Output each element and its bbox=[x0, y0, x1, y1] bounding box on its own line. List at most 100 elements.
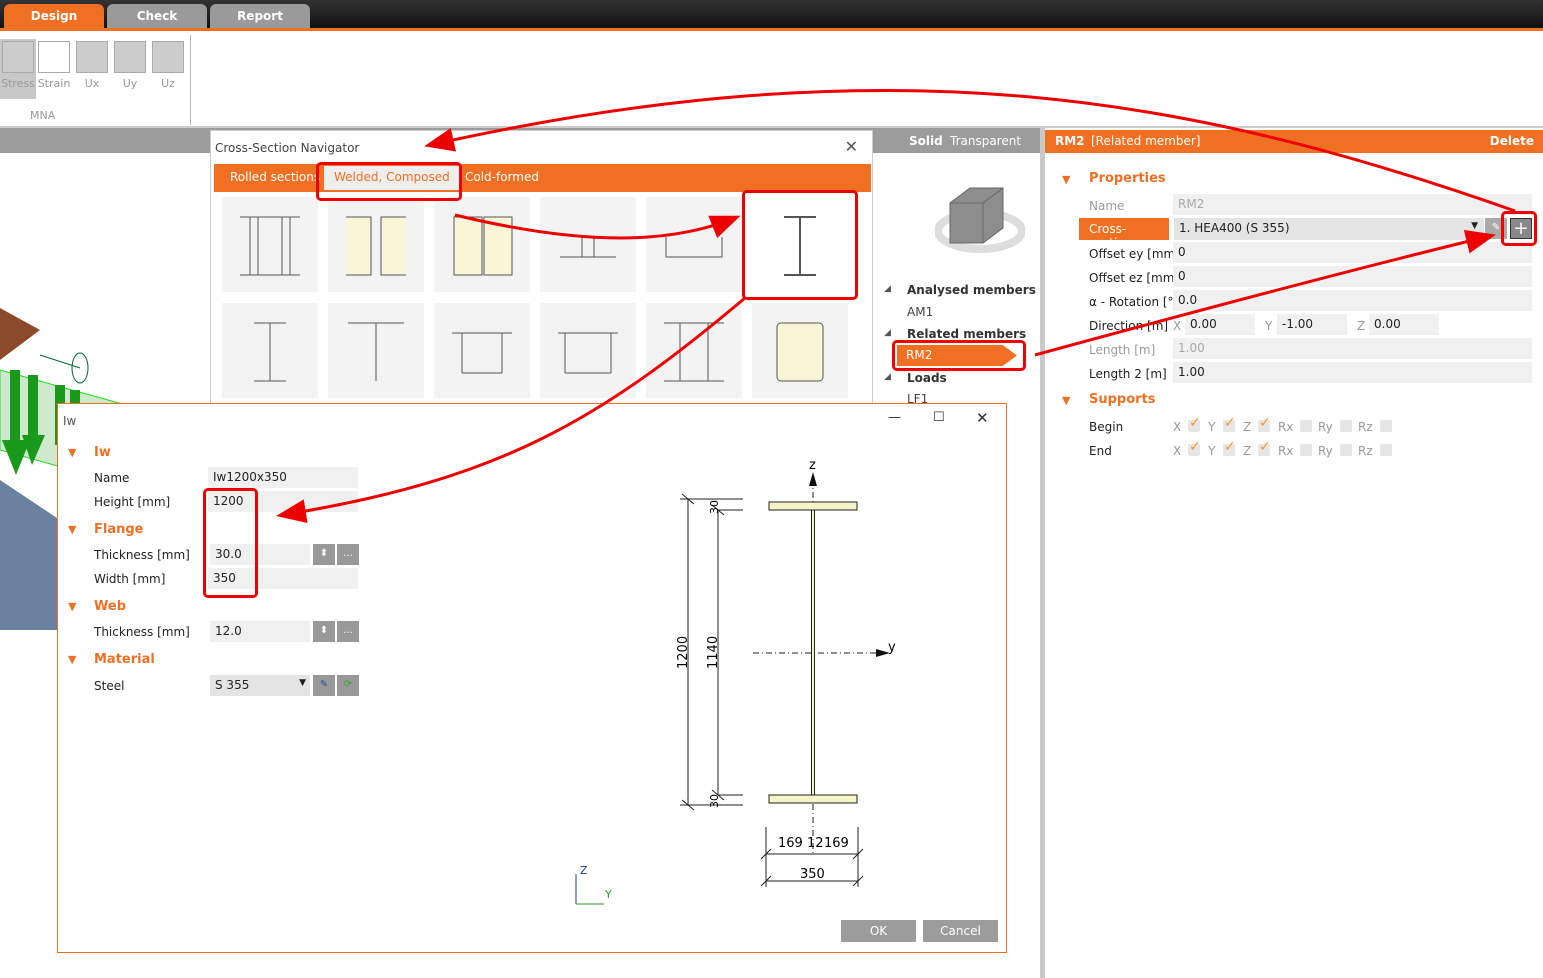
section-tile[interactable] bbox=[328, 197, 424, 292]
offset-ez-input[interactable]: 0 bbox=[1173, 266, 1532, 287]
web-thickness-input[interactable]: 12.0 bbox=[210, 621, 310, 642]
section-drawing: z y 1200 1140 30 30 169 12 169 350 bbox=[676, 458, 896, 887]
tree-loads[interactable]: Loads bbox=[907, 371, 947, 385]
collapse-icon[interactable]: ◢ bbox=[884, 284, 891, 294]
flange-thickness-label: Thickness [mm] bbox=[94, 548, 190, 562]
minimize-icon[interactable]: — bbox=[888, 410, 901, 425]
section-tile[interactable] bbox=[540, 303, 636, 398]
highlight-dimensions bbox=[203, 488, 258, 598]
tab-check[interactable]: Check bbox=[107, 4, 207, 28]
web-height-dim: 1140 bbox=[706, 636, 721, 669]
section-tile[interactable] bbox=[540, 197, 636, 292]
member-type: [Related member] bbox=[1091, 134, 1201, 148]
support-checkbox[interactable] bbox=[1340, 420, 1352, 432]
support-checkbox[interactable] bbox=[1300, 444, 1312, 456]
length2-input[interactable]: 1.00 bbox=[1173, 362, 1532, 383]
support-checkbox[interactable] bbox=[1188, 415, 1201, 432]
close-icon[interactable]: ✕ bbox=[976, 409, 989, 427]
section-tile[interactable] bbox=[222, 303, 318, 398]
solid-button[interactable]: Solid bbox=[909, 134, 943, 148]
support-checkbox[interactable] bbox=[1380, 444, 1392, 456]
tab-design[interactable]: Design bbox=[4, 4, 104, 28]
section-tile[interactable] bbox=[646, 303, 742, 398]
stress-button[interactable]: Stress bbox=[0, 39, 36, 99]
expand-icon[interactable]: ▼ bbox=[1062, 173, 1070, 186]
begin-label: Begin bbox=[1089, 420, 1124, 434]
tab-cold-formed[interactable]: Cold-formed bbox=[465, 170, 539, 184]
panel-splitter[interactable] bbox=[1040, 128, 1045, 978]
tree-analysed-members[interactable]: Analysed members bbox=[907, 283, 1036, 297]
tree-related-members[interactable]: Related members bbox=[907, 327, 1026, 341]
direction-x-input[interactable]: 0.00 bbox=[1185, 314, 1255, 335]
tab-rolled-sections[interactable]: Rolled sections bbox=[230, 170, 320, 184]
refresh-material-icon[interactable]: ⟳ bbox=[337, 675, 359, 696]
delete-button[interactable]: Delete bbox=[1490, 134, 1534, 148]
direction-label: Direction [m] bbox=[1089, 319, 1169, 333]
support-checkbox[interactable] bbox=[1223, 439, 1236, 456]
expand-icon[interactable]: ▼ bbox=[68, 446, 76, 459]
rotation-label: α - Rotation [°] bbox=[1089, 295, 1179, 309]
ok-button[interactable]: OK bbox=[841, 920, 916, 942]
z-axis-label: z bbox=[809, 458, 816, 473]
uz-label: Uz bbox=[161, 77, 175, 90]
expand-icon[interactable]: ▼ bbox=[68, 523, 76, 536]
support-checkbox[interactable] bbox=[1300, 420, 1312, 432]
direction-y-input[interactable]: -1.00 bbox=[1277, 314, 1347, 335]
dof-label: Y bbox=[1208, 444, 1216, 458]
name-label: Name bbox=[1089, 199, 1125, 213]
strain-button[interactable]: Strain bbox=[36, 39, 72, 99]
support-checkbox[interactable] bbox=[1223, 415, 1236, 432]
cancel-button[interactable]: Cancel bbox=[923, 920, 998, 942]
support-checkbox[interactable] bbox=[1258, 415, 1271, 432]
dir-y-label: Y bbox=[1265, 319, 1273, 333]
outstand-left-dim: 169 bbox=[778, 836, 803, 851]
uy-label: Uy bbox=[122, 77, 138, 90]
close-icon[interactable]: ✕ bbox=[845, 137, 858, 156]
rotation-input[interactable]: 0.0 bbox=[1173, 290, 1532, 311]
direction-z-input[interactable]: 0.00 bbox=[1369, 314, 1439, 335]
steel-select[interactable]: S 355 ▼ bbox=[210, 675, 310, 696]
dof-label: Z bbox=[1243, 420, 1252, 434]
spinner-icon[interactable]: ⬍ bbox=[313, 544, 335, 565]
expand-icon[interactable]: ▼ bbox=[68, 600, 76, 613]
support-checkbox[interactable] bbox=[1188, 439, 1201, 456]
tree-item-am1[interactable]: AM1 bbox=[907, 305, 933, 319]
support-checkbox[interactable] bbox=[1258, 439, 1271, 456]
navigator-title: Cross-Section Navigator bbox=[215, 141, 360, 155]
offset-ez-label: Offset ez [mm] bbox=[1089, 271, 1180, 285]
section-tile[interactable] bbox=[752, 303, 848, 398]
section-tile[interactable] bbox=[222, 197, 318, 292]
uz-icon bbox=[152, 41, 184, 73]
tree-item-lf1[interactable]: LF1 bbox=[907, 392, 928, 403]
offset-ey-input[interactable]: 0 bbox=[1173, 242, 1532, 263]
section-tile[interactable] bbox=[646, 197, 742, 292]
support-checkbox[interactable] bbox=[1380, 420, 1392, 432]
transparent-button[interactable]: Transparent bbox=[950, 134, 1021, 148]
more-button[interactable]: ... bbox=[337, 544, 359, 565]
ux-button[interactable]: Ux bbox=[74, 39, 110, 99]
stress-icon bbox=[2, 41, 34, 73]
view-cube-icon[interactable] bbox=[935, 183, 1025, 258]
collapse-icon[interactable]: ◢ bbox=[884, 328, 891, 338]
expand-icon[interactable]: ▼ bbox=[68, 653, 76, 666]
cross-section-value: 1. HEA400 (S 355) bbox=[1179, 221, 1290, 235]
spinner-icon[interactable]: ⬍ bbox=[313, 621, 335, 642]
maximize-icon[interactable]: ☐ bbox=[933, 410, 945, 425]
offset-ey-label: Offset ey [mm] bbox=[1089, 247, 1180, 261]
collapse-icon[interactable]: ◢ bbox=[884, 372, 891, 382]
uz-button[interactable]: Uz bbox=[150, 39, 186, 99]
section-tile[interactable] bbox=[434, 303, 530, 398]
section-tile[interactable] bbox=[328, 303, 424, 398]
support-checkbox[interactable] bbox=[1340, 444, 1352, 456]
section-tile[interactable] bbox=[434, 197, 530, 292]
section-name-input[interactable]: Iw1200x350 bbox=[208, 467, 358, 488]
uy-button[interactable]: Uy bbox=[112, 39, 148, 99]
cross-section-select[interactable]: 1. HEA400 (S 355) ▼ bbox=[1174, 218, 1484, 240]
uy-icon bbox=[114, 41, 146, 73]
stress-label: Stress bbox=[1, 77, 35, 90]
edit-material-icon[interactable]: ✎ bbox=[313, 675, 335, 696]
tab-report[interactable]: Report bbox=[210, 4, 310, 28]
more-button[interactable]: ... bbox=[337, 621, 359, 642]
expand-icon[interactable]: ▼ bbox=[1062, 394, 1070, 407]
length-label: Length [m] bbox=[1089, 343, 1156, 357]
